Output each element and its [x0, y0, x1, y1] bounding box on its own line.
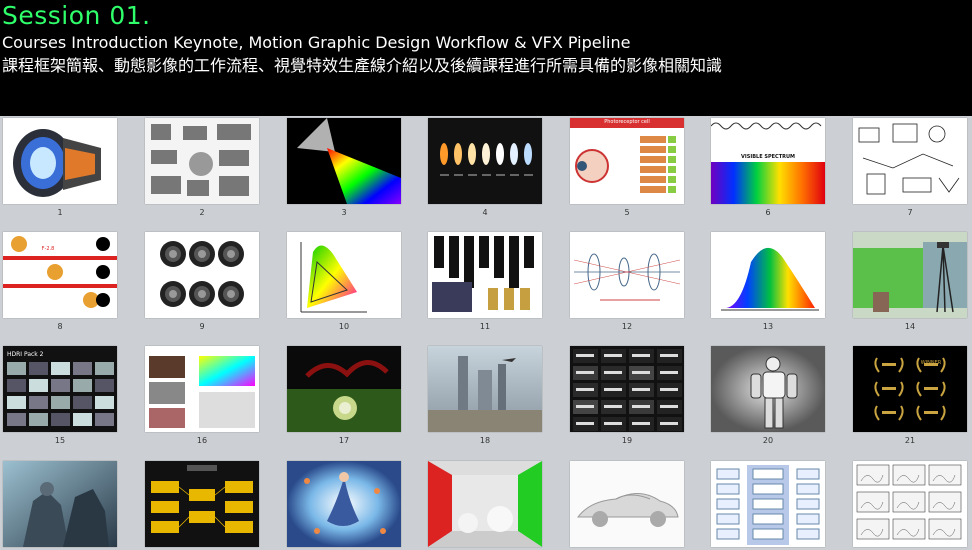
slide-number: 1	[57, 208, 63, 217]
liquid-splash-icon	[287, 346, 401, 432]
cornell-box-icon	[428, 461, 542, 547]
render-passes-icon	[145, 346, 259, 432]
slide-number: 7	[907, 208, 913, 217]
slide-number: 13	[762, 322, 774, 331]
slide-thumbnail[interactable]: 12	[570, 232, 684, 331]
slide-thumbnail[interactable]: 17	[287, 346, 401, 445]
slide-number: 3	[341, 208, 347, 217]
lens-diagram-sheet-icon	[145, 118, 259, 204]
slide-inner-text: Photoreceptor cell	[604, 119, 650, 125]
robot-render-icon	[711, 346, 825, 432]
slide-thumbnail[interactable]: 4	[428, 118, 542, 217]
slide-thumbnail[interactable]	[711, 461, 825, 547]
spectral-distribution-icon	[711, 232, 825, 318]
subtitle-english: Courses Introduction Keynote, Motion Gra…	[2, 33, 631, 52]
header-bar: Session 01. Courses Introduction Keynote…	[0, 0, 972, 116]
slide-thumbnail[interactable]: 2	[145, 118, 259, 217]
slide-inner-text: VISIBLE SPECTRUM	[741, 154, 795, 160]
slide-number: 16	[196, 436, 208, 445]
color-temperature-bulbs-icon	[428, 118, 542, 204]
fantasy-dancer-icon	[287, 461, 401, 547]
slide-number: 19	[621, 436, 633, 445]
camera-lens-cutaway-icon	[3, 118, 117, 204]
slide-thumbnail[interactable]: Photoreceptor cell 5	[570, 118, 684, 217]
sketch-diagram-icon	[853, 118, 967, 204]
slide-thumbnail-grid: 1 2 3 4 Photoreceptor cell 5 VISIBLE SPECTRUM 6…	[0, 116, 972, 550]
slide-thumbnail[interactable]	[287, 461, 401, 547]
slide-thumbnail[interactable]: 11	[428, 232, 542, 331]
optical-path-diagram-icon	[570, 232, 684, 318]
movie-title-collage-icon	[570, 346, 684, 432]
award-laurels-icon: WINNER	[853, 346, 967, 432]
eye-photoreceptor-icon: Photoreceptor cell	[570, 118, 684, 204]
slide-thumbnail[interactable]: HDRI Pack 2HDRI Pack 2 15	[3, 346, 117, 445]
visible-spectrum-icon: VISIBLE SPECTRUM	[711, 118, 825, 204]
slide-thumbnail[interactable]	[428, 461, 542, 547]
slide-thumbnail[interactable]: 9	[145, 232, 259, 331]
film-formats-icon	[428, 232, 542, 318]
slide-thumbnail[interactable]: 13	[711, 232, 825, 331]
slide-thumbnail[interactable]: 16	[145, 346, 259, 445]
slide-number: 21	[904, 436, 916, 445]
slide-number: 8	[57, 322, 63, 331]
slide-thumbnail[interactable]: 20	[711, 346, 825, 445]
session-title: Session 01.	[2, 1, 151, 30]
slide-number: 4	[482, 208, 488, 217]
svg-text:HDRI Pack 2: HDRI Pack 2	[7, 351, 44, 358]
slide-thumbnail[interactable]: 19	[570, 346, 684, 445]
slide-number: 12	[621, 322, 633, 331]
slide-number: 2	[199, 208, 205, 217]
hdri-pack-icon: HDRI Pack 2HDRI Pack 2	[3, 346, 117, 432]
slide-thumbnail[interactable]: F-2.8 8	[3, 232, 117, 331]
slide-number: 18	[479, 436, 491, 445]
slide-number: 15	[54, 436, 66, 445]
slide-thumbnail[interactable]	[3, 461, 117, 547]
slide-thumbnail[interactable]: WINNER 21	[853, 346, 967, 445]
slide-thumbnail[interactable]: 1	[3, 118, 117, 217]
slide-inner-text: F-2.8	[41, 246, 55, 252]
pipeline-chart-icon	[711, 461, 825, 547]
aperture-depth-of-field-icon: F-2.8	[3, 232, 117, 318]
node-flowchart-icon	[145, 461, 259, 547]
slide-number: 17	[338, 436, 350, 445]
slide-thumbnail[interactable]	[570, 461, 684, 547]
slide-number: 5	[624, 208, 630, 217]
slide-thumbnail[interactable]: 10	[287, 232, 401, 331]
slide-number: 11	[479, 322, 491, 331]
slide-number: 14	[904, 322, 916, 331]
slide-number: 20	[762, 436, 774, 445]
prism-rainbow-icon	[287, 118, 401, 204]
slide-number: 6	[765, 208, 771, 217]
slide-thumbnail[interactable]	[853, 461, 967, 547]
slide-thumbnail[interactable]: 3	[287, 118, 401, 217]
slide-number: 9	[199, 322, 205, 331]
slide-thumbnail[interactable]: 18	[428, 346, 542, 445]
slide-thumbnail[interactable]: 14	[853, 232, 967, 331]
slide-inner-text: WINNER	[920, 360, 942, 366]
slide-thumbnail[interactable]: 7	[853, 118, 967, 217]
slide-thumbnail[interactable]	[145, 461, 259, 547]
futuristic-city-icon	[428, 346, 542, 432]
subtitle-chinese: 課程框架簡報、動態影像的工作流程、視覺特效生產線介紹以及後續課程進行所需具備的影…	[2, 56, 723, 75]
green-screen-studio-icon	[853, 232, 967, 318]
slide-thumbnail[interactable]: VISIBLE SPECTRUM 6	[711, 118, 825, 217]
clay-car-render-icon	[570, 461, 684, 547]
lens-front-elements-icon	[145, 232, 259, 318]
slide-number: 10	[338, 322, 350, 331]
knight-concept-art-icon	[3, 461, 117, 547]
storyboard-icon	[853, 461, 967, 547]
cie-chromaticity-icon	[287, 232, 401, 318]
